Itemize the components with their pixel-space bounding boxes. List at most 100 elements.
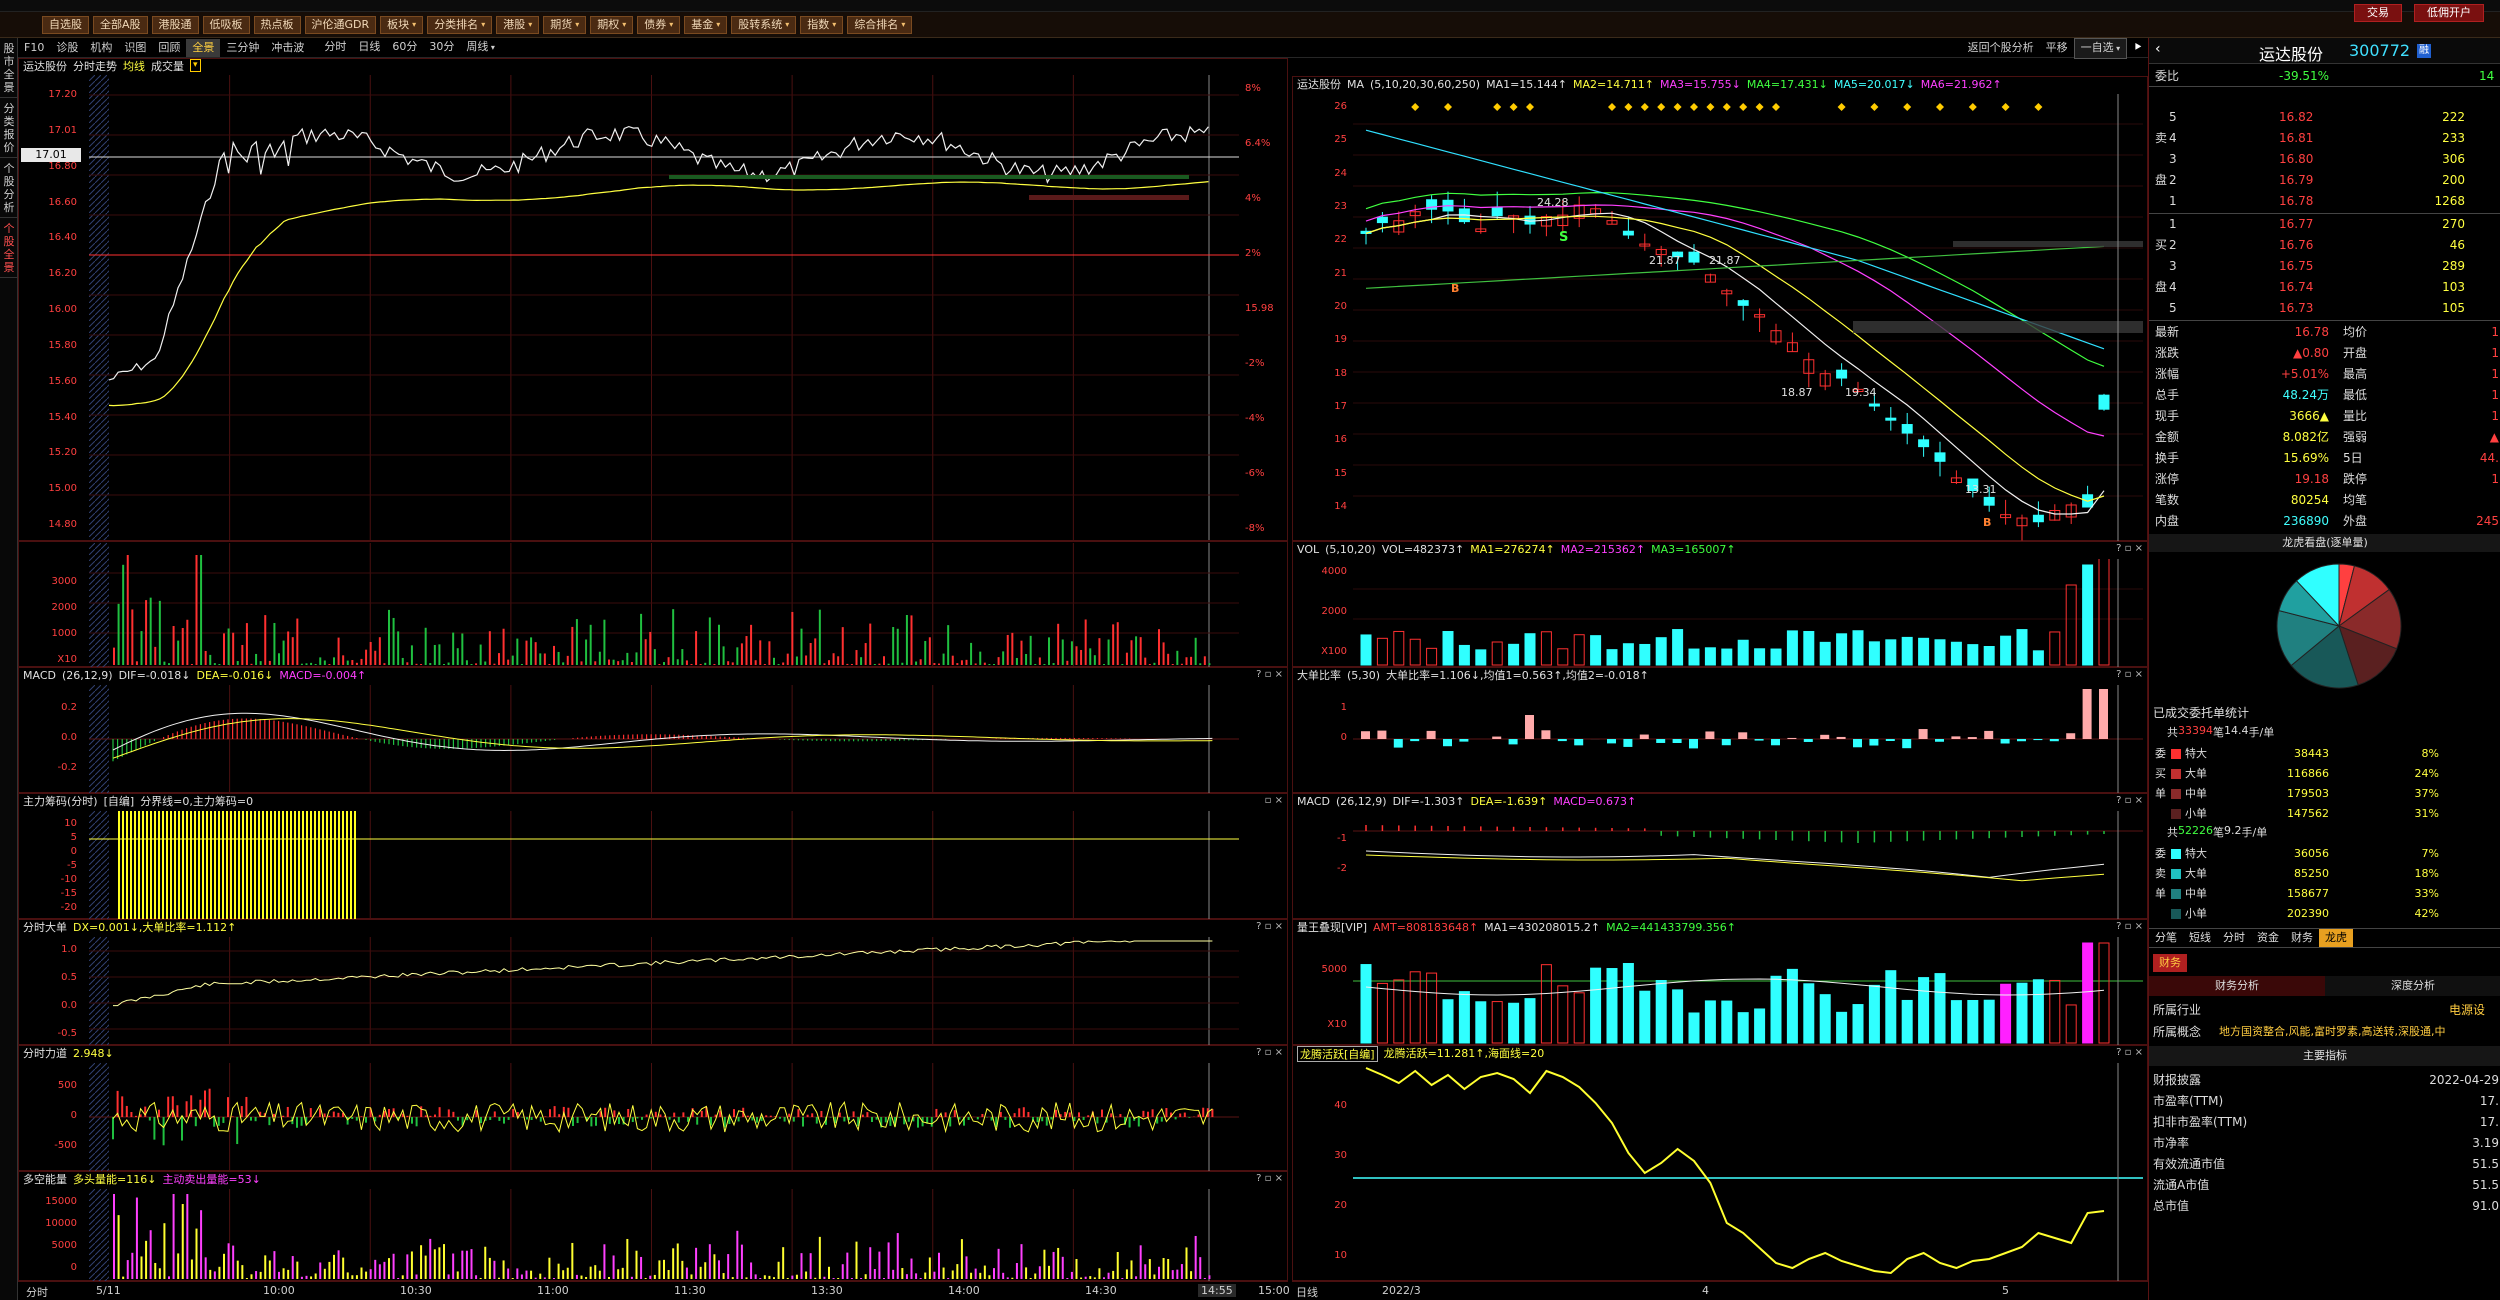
back-to-stock-analysis-button[interactable]: 返回个股分析 [1962,39,2040,57]
bar [126,555,129,665]
header-dropdown-icon[interactable]: ▾ [190,59,201,72]
period-tab-1[interactable]: 日线 [352,38,386,57]
tab-4[interactable]: 回顾 [152,39,186,57]
toolbar-button-2[interactable]: 港股通 [151,15,199,34]
toolbar-button-14[interactable]: 指数 ▾ [800,15,844,34]
toolbar-button-3[interactable]: 低吸板 [202,15,250,34]
dmacd-title[interactable]: MACD [1297,794,1330,810]
toolbar-button-6[interactable]: 板块 ▾ [380,15,424,34]
toolbar-button-0[interactable]: 自选股 [42,15,89,34]
tab-5[interactable]: 全景 [186,38,221,57]
toolbar-button-9[interactable]: 期货 ▾ [543,15,587,34]
nav-category-quotes[interactable]: 分类报价 [0,98,18,158]
period-tab-0[interactable]: 分时 [318,38,352,57]
tab-3[interactable]: 识图 [118,39,152,57]
bar [768,1275,771,1279]
bottom-tab-3[interactable]: 资金 [2251,929,2285,947]
panel-controls-icon[interactable]: ? ▫ × [1256,1047,1283,1058]
period-tab-2[interactable]: 60分 [386,38,423,57]
bottom-tab-0[interactable]: 分笔 [2149,929,2183,947]
panel-controls-icon[interactable]: ? ▫ × [2116,921,2143,932]
axis-tick-label: 1000 [51,628,77,639]
bar [924,1272,927,1279]
toolbar-button-13[interactable]: 股转系统 ▾ [731,15,797,34]
chips-title[interactable]: 主力筹码(分时) [23,794,98,810]
tabbar-right-actions: 返回个股分析 平移 一自选 ⯈ [1962,37,2148,59]
finance-subtab-0[interactable]: 财务分析 [2149,976,2325,996]
bar [1148,664,1151,665]
bottom-tab-2[interactable]: 分时 [2217,929,2251,947]
bar [695,1247,698,1279]
toolbar-button-5[interactable]: 沪伦通GDR [304,15,377,34]
bar [388,1258,390,1279]
toolbar-button-12[interactable]: 基金 ▾ [684,15,728,34]
daily-period-select[interactable]: 日线 [1296,1284,1318,1300]
finance-value: 3.19 [2472,1136,2499,1150]
pan-button[interactable]: 平移 [2040,39,2074,57]
toolbar-button-11[interactable]: 债券 ▾ [637,15,681,34]
ask-level: 5 [2169,110,2177,124]
toolbar-button-8[interactable]: 港股 ▾ [496,15,540,34]
bar [988,664,991,665]
intraday-period-select[interactable]: 分时 [26,1284,48,1300]
tab-2[interactable]: 机构 [84,39,118,57]
finance-tab[interactable]: 财务 [2153,954,2187,972]
dragon-title[interactable]: 龙腾活跃[自编] [1297,1046,1378,1062]
bar [800,628,803,665]
nav-market-overview[interactable]: 股市全景 [0,38,18,98]
dx-title[interactable]: 分时大单 [23,920,67,936]
panel-controls-icon[interactable]: ? ▫ × [2116,795,2143,806]
axis-tick-label: -5 [67,860,77,871]
toolbar-button-4[interactable]: 热点板 [253,15,301,34]
toolbar-button-7[interactable]: 分类排名 ▾ [427,15,493,34]
toolbar-button-1[interactable]: 全部A股 [93,15,148,34]
tab-7[interactable]: 冲击波 [265,39,310,57]
tab-6[interactable]: 三分钟 [220,39,265,57]
panel-controls-icon[interactable]: ▫ × [1265,795,1283,806]
tab-0[interactable]: F10 [18,39,50,57]
back-arrow-icon[interactable]: ‹ [2155,41,2161,57]
bigratio-title[interactable]: 大单比率 [1297,668,1341,684]
nav-stock-overview[interactable]: 个股全景 [0,218,18,278]
toolbar-button-15[interactable]: 综合排名 ▾ [847,15,913,34]
force-title[interactable]: 分时力道 [23,1046,67,1062]
panel-controls-icon[interactable]: ? ▫ × [1256,921,1283,932]
panel-controls-icon[interactable]: ? ▫ × [2116,543,2143,554]
candle-body [1737,300,1749,306]
quote-val-1: 80254 [2290,493,2329,507]
bar [1098,1268,1101,1279]
watchlist-select[interactable]: 一自选 [2073,37,2128,59]
ratio-bar [1426,730,1436,739]
trade-button[interactable]: 交易 [2354,4,2402,22]
panel-controls-icon[interactable]: ? ▫ × [2116,669,2143,680]
bar [1006,634,1009,665]
ma-select[interactable]: MA [1347,77,1364,93]
macd-title[interactable]: MACD [23,668,56,684]
bar [905,615,908,665]
energy-title[interactable]: 多空能量 [23,1172,67,1188]
bottom-tab-1[interactable]: 短线 [2183,929,2217,947]
liang-title[interactable]: 量王叠现[VIP] [1297,920,1367,936]
open-account-button[interactable]: 低佣开户 [2414,4,2484,22]
tab-1[interactable]: 诊股 [50,39,84,57]
bar [255,1271,258,1279]
left-vertical-nav: 股市全景 分类报价 个股分析 个股全景 [0,38,18,1300]
dvol-title[interactable]: VOL [1297,542,1319,558]
panel-controls-icon[interactable]: ? ▫ × [1256,669,1283,680]
toolbar-button-10[interactable]: 期权 ▾ [590,15,634,34]
period-tab-4[interactable]: 周线 [460,38,501,57]
stat-name: 大单 [2185,767,2207,780]
bar [566,1267,569,1279]
panel-controls-icon[interactable]: ? ▫ × [2116,1047,2143,1058]
nav-stock-analysis[interactable]: 个股分析 [0,158,18,218]
chevron-down-icon: ▾ [622,19,627,29]
panel-controls-icon[interactable]: ? ▫ × [1256,1173,1283,1184]
time-tick-label: 11:30 [674,1284,706,1297]
bottom-tab-5[interactable]: 龙虎 [2319,929,2353,947]
daily-macd-panel: MACD (26,12,9) DIF=-1.303↑ DEA=-1.639↑ M… [1292,793,2148,919]
finance-subtab-1[interactable]: 深度分析 [2325,976,2500,996]
quote-key-1: 涨幅 [2155,367,2180,381]
bottom-tab-4[interactable]: 财务 [2285,929,2319,947]
collapse-arrow-icon[interactable]: ⯈ [2127,39,2148,57]
period-tab-3[interactable]: 30分 [423,38,460,57]
